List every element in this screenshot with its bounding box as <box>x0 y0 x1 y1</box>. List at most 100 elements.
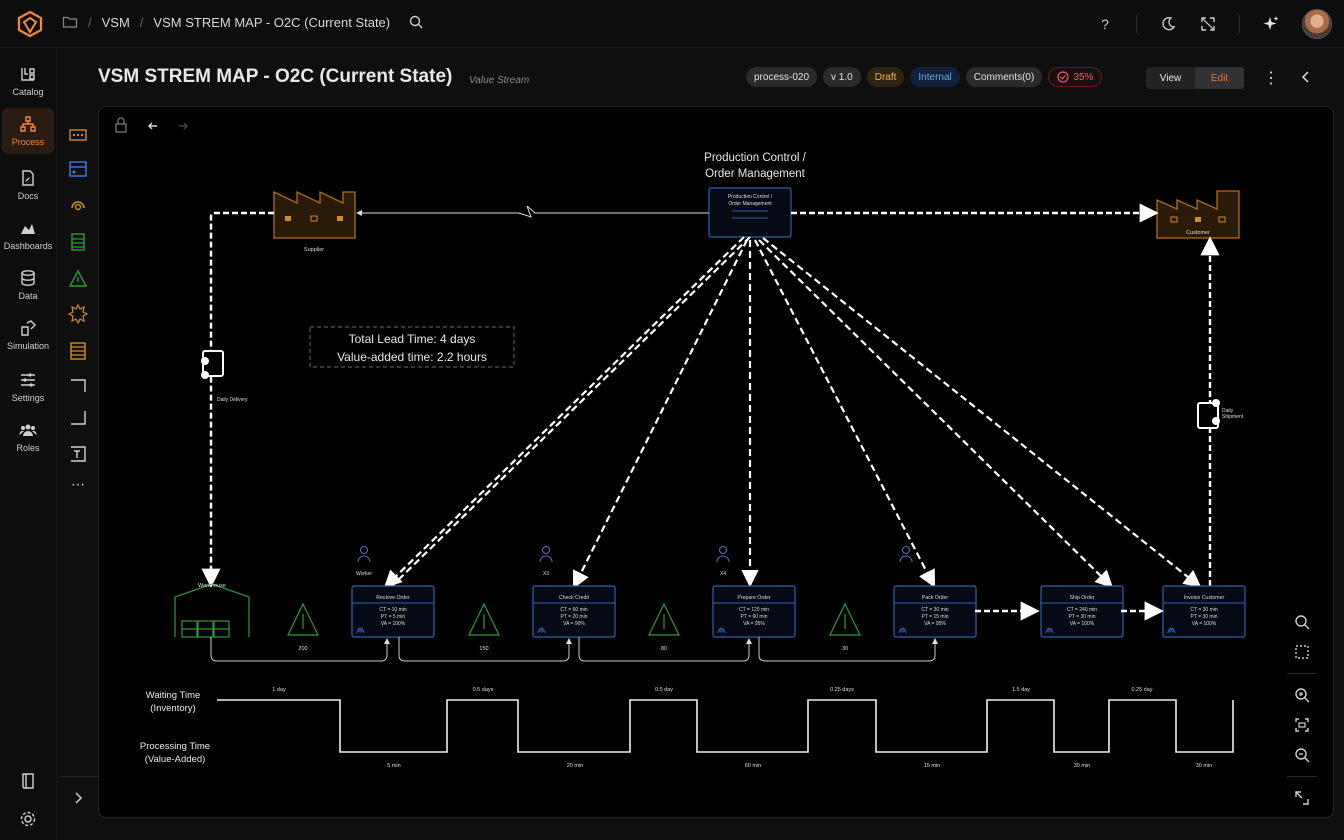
warehouse-label: Warehouse <box>198 583 226 589</box>
fullscreen-icon[interactable] <box>1199 15 1217 33</box>
undo-icon[interactable] <box>148 122 157 130</box>
zoom-out-icon[interactable] <box>1293 746 1311 764</box>
dashboards-icon <box>21 224 35 234</box>
process-box[interactable]: Ship Order CT = 240 minPT = 30 minVA = 10… <box>1040 585 1124 638</box>
gear-icon[interactable] <box>19 810 37 828</box>
process-box-shape-icon[interactable] <box>68 159 88 179</box>
breadcrumb-separator: / <box>88 14 92 30</box>
help-icon[interactable]: ? <box>1096 15 1114 33</box>
user-avatar[interactable] <box>1302 9 1332 39</box>
process-ct: CT = 120 min <box>739 607 769 613</box>
process-box[interactable]: Receive Order CT = 10 minPT = 5 minVA = 1… <box>351 585 435 638</box>
daily-shipment-label: Shipment <box>1222 414 1244 420</box>
bookmark-book-icon[interactable] <box>19 772 37 790</box>
process-ct: CT = 240 min <box>1067 607 1097 613</box>
data-box-shape-icon[interactable] <box>68 232 88 252</box>
nav-item-catalog[interactable]: Catalog <box>2 58 54 104</box>
nav-item-docs[interactable]: Docs <box>2 162 54 208</box>
breadcrumb-vsm[interactable]: VSM <box>102 15 130 30</box>
nav-item-dashboards[interactable]: Dashboards <box>2 212 54 258</box>
kaizen-burst-shape-icon[interactable] <box>68 304 88 324</box>
settings-sliders-icon <box>21 373 35 387</box>
simulation-icon <box>21 320 36 336</box>
process-name: Receive Order <box>376 595 410 601</box>
zoom-in-icon[interactable] <box>1293 686 1311 704</box>
version-badge[interactable]: v 1.0 <box>823 67 861 87</box>
operator-shape-icon[interactable] <box>68 196 88 216</box>
process-id-badge: process-020 <box>746 67 818 87</box>
select-area-icon[interactable] <box>1293 643 1311 661</box>
nav-item-data[interactable]: Data <box>2 262 54 308</box>
vsm-canvas[interactable]: Supplier Customer Production Control / O… <box>98 106 1334 818</box>
process-box[interactable]: Check Credit CT = 60 minPT = 20 minVA = 9… <box>532 585 616 638</box>
operator-label: X3 <box>543 571 549 577</box>
process-va: VA = 100% <box>381 621 406 627</box>
wait-time-label: 0.5 day <box>655 687 673 693</box>
wait-time-label: 1.5 day <box>1012 687 1030 693</box>
operator-icon[interactable]: X4 <box>716 545 730 578</box>
operator-icon[interactable]: Worker <box>356 545 372 578</box>
table-shape-icon[interactable] <box>68 341 88 361</box>
inventory-triangle[interactable]: 30 <box>829 602 861 652</box>
database-icon <box>21 270 35 286</box>
more-shapes-icon[interactable]: ⋯ <box>71 476 85 493</box>
inventory-triangle[interactable]: 80 <box>648 602 680 652</box>
more-options-icon[interactable]: ⋮ <box>1263 68 1279 88</box>
process-va: VA = 90% <box>563 621 585 627</box>
corner-bottom-shape-icon[interactable] <box>68 408 88 428</box>
electronic-info-flow <box>356 205 709 218</box>
process-pt: PT = 30 min <box>1190 614 1217 620</box>
process-box[interactable]: Prepare Order CT = 120 minPT = 60 minVA =… <box>712 585 796 638</box>
process-pt: PT = 15 min <box>921 614 948 620</box>
supplier-label: Supplier <box>304 247 324 253</box>
page-title: VSM STREM MAP - O2C (Current State) <box>98 66 453 87</box>
divider <box>1239 15 1240 33</box>
progress-badge[interactable]: 35% <box>1048 67 1103 87</box>
nav-item-roles[interactable]: Roles <box>2 414 54 460</box>
warehouse-icon[interactable] <box>174 583 250 638</box>
lead-time-text: Total Lead Time: 4 days <box>349 332 476 346</box>
nav-item-settings[interactable]: Settings <box>2 364 54 410</box>
lock-icon[interactable] <box>115 117 127 133</box>
search-icon[interactable] <box>1293 613 1311 631</box>
expand-corner-icon[interactable] <box>1293 789 1311 807</box>
redo-icon[interactable] <box>179 122 188 130</box>
process-va: VA = 95% <box>924 621 946 627</box>
view-button[interactable]: View <box>1146 67 1195 89</box>
text-shape-icon[interactable] <box>68 444 88 464</box>
inventory-triangle[interactable]: 200 <box>287 602 319 652</box>
view-edit-toggle: View Edit <box>1146 67 1244 89</box>
fit-view-icon[interactable] <box>1293 716 1311 734</box>
visibility-badge: Internal <box>910 67 960 87</box>
nav-item-simulation[interactable]: Simulation <box>2 312 54 358</box>
chevron-left-icon[interactable] <box>1300 70 1312 84</box>
processing-time-value: 30 min <box>1074 763 1091 769</box>
nav-item-process[interactable]: Process <box>2 108 54 154</box>
process-va: VA = 100% <box>1070 621 1095 627</box>
dark-mode-icon[interactable] <box>1159 15 1177 33</box>
breadcrumb-current[interactable]: VSM STREM MAP - O2C (Current State) <box>153 15 390 30</box>
operator-icon[interactable]: X3 <box>539 545 553 578</box>
operator-icon[interactable] <box>899 545 913 563</box>
supermarket-shape-icon[interactable] <box>68 124 88 144</box>
process-box[interactable]: Invoice Customer CT = 30 minPT = 30 minVA… <box>1162 585 1246 638</box>
processing-time-value: 5 min <box>387 763 400 769</box>
schedule-flows <box>383 236 1202 589</box>
comments-button[interactable]: Comments(0) <box>965 67 1043 87</box>
chevron-right-icon[interactable] <box>72 791 84 805</box>
nav-label: Dashboards <box>3 241 53 251</box>
sparkle-icon[interactable] <box>1262 15 1280 33</box>
search-icon[interactable] <box>408 14 424 30</box>
corner-top-shape-icon[interactable] <box>68 376 88 396</box>
top-actions: ? <box>1096 9 1332 39</box>
inventory-triangle-shape-icon[interactable] <box>68 269 88 289</box>
supplier-factory[interactable] <box>273 190 356 239</box>
folder-icon[interactable] <box>62 14 78 30</box>
process-box[interactable]: Pack Order CT = 30 minPT = 15 minVA = 95% <box>893 585 977 638</box>
process-ct: CT = 30 min <box>921 607 948 613</box>
operator-label: X4 <box>720 571 726 577</box>
edit-button[interactable]: Edit <box>1195 67 1244 89</box>
app-logo-icon[interactable] <box>16 10 44 38</box>
inventory-triangle[interactable]: 150 <box>468 602 500 652</box>
nav-label: Settings <box>11 393 45 403</box>
